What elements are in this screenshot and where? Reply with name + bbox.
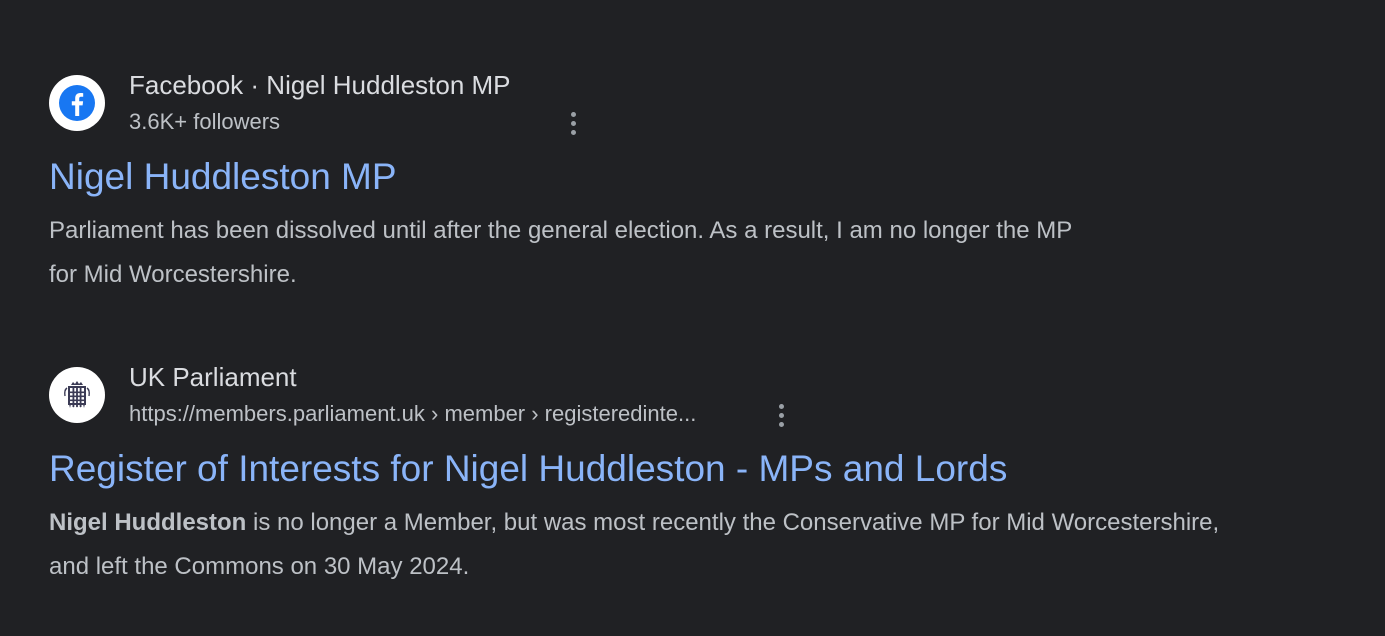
dot-icon	[778, 412, 784, 418]
dot-icon	[570, 129, 576, 135]
result-source[interactable]: UK Parliament https://members.parliament…	[49, 362, 1249, 436]
result-snippet: Parliament has been dissolved until afte…	[49, 209, 1079, 297]
result-source[interactable]: Facebook · Nigel Huddleston MP 3.6K+ fol…	[49, 70, 1199, 144]
search-results-page: Facebook · Nigel Huddleston MP 3.6K+ fol…	[0, 0, 1385, 636]
search-result: Facebook · Nigel Huddleston MP 3.6K+ fol…	[49, 70, 1199, 297]
more-options-button[interactable]	[561, 106, 585, 140]
parliament-favicon	[49, 367, 105, 423]
result-snippet: Nigel Huddleston is no longer a Member, …	[49, 501, 1229, 589]
breadcrumb-url: https://members.parliament.uk › member ›…	[129, 401, 697, 426]
more-options-button[interactable]	[769, 398, 793, 432]
dot-icon	[778, 421, 784, 427]
facebook-favicon	[49, 75, 105, 131]
snippet-bold: Nigel Huddleston	[49, 509, 247, 536]
facebook-icon	[59, 85, 95, 121]
dot-icon	[778, 403, 784, 409]
dot-icon	[570, 111, 576, 117]
search-result: UK Parliament https://members.parliament…	[49, 362, 1249, 589]
dot-icon	[570, 120, 576, 126]
site-name: UK Parliament	[129, 362, 297, 392]
site-name: Facebook · Nigel Huddleston MP	[129, 70, 511, 100]
followers-count: 3.6K+ followers	[129, 109, 281, 134]
result-title-link[interactable]: Nigel Huddleston MP	[49, 155, 1199, 199]
portcullis-icon	[64, 381, 90, 408]
snippet-text: Parliament has been dissolved until afte…	[49, 217, 1072, 288]
result-title-link[interactable]: Register of Interests for Nigel Huddlest…	[49, 447, 1249, 491]
